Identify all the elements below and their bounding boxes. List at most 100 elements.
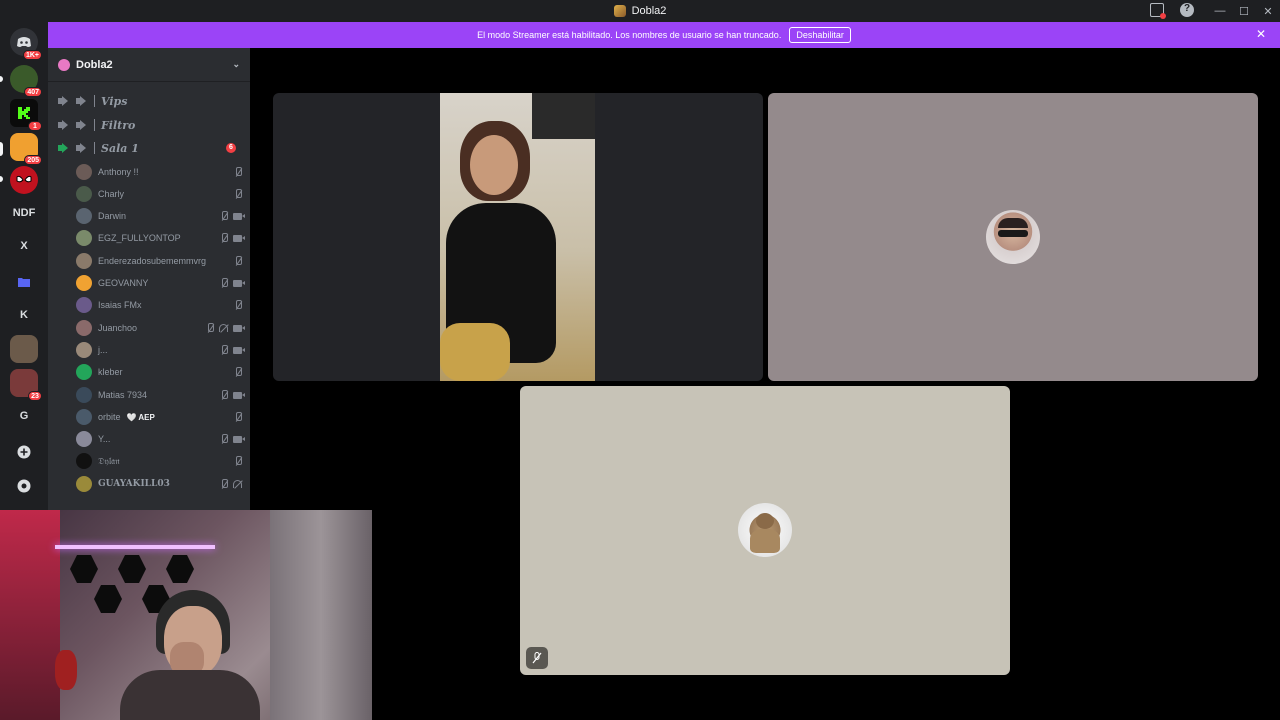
muted-icon [234, 167, 242, 177]
avatar [76, 164, 92, 180]
speaker-icon [58, 96, 70, 106]
deafened-icon [233, 480, 242, 488]
server-icon-6[interactable]: 23 [10, 369, 42, 401]
guild-icon [58, 58, 70, 71]
member-name: j... [98, 345, 108, 355]
server-icon-g[interactable]: G [10, 402, 38, 430]
video-tile-2[interactable] [768, 93, 1258, 381]
speaker-icon [58, 120, 70, 130]
server-icon-x[interactable]: X [10, 232, 38, 260]
channel-name: Sala 1 [101, 141, 139, 155]
minimize-button[interactable]: — [1208, 5, 1232, 17]
unread-pill [0, 176, 3, 182]
member-name: kleber [98, 367, 123, 377]
add-server-button[interactable] [10, 438, 38, 466]
voice-channel-filtro[interactable]: Filtro [58, 115, 135, 135]
server-icon-3[interactable]: 205 [10, 133, 42, 165]
avatar [76, 186, 92, 202]
notification-badge: 1 [28, 121, 42, 131]
voice-member[interactable]: Charly [76, 184, 242, 204]
discord-logo-icon [17, 37, 31, 47]
voice-member[interactable]: j... [76, 340, 245, 360]
muted-icon [234, 256, 242, 266]
disable-streamer-mode-button[interactable]: Deshabilitar [789, 27, 851, 43]
direct-messages-button[interactable]: 1K+ [10, 28, 42, 60]
camera-icon [233, 279, 245, 287]
voice-member[interactable]: EGZ_FULLYONTOP [76, 228, 245, 248]
muted-indicator [526, 647, 548, 669]
title-bar: Dobla2 ? — ☐ ✕ [0, 0, 1280, 22]
voice-member[interactable]: GEOVANNY [76, 273, 245, 293]
notification-badge: 23 [28, 391, 42, 401]
muted-icon [220, 233, 228, 243]
muted-icon [220, 345, 228, 355]
member-name: Anthony !! [98, 167, 139, 177]
muted-icon [206, 323, 214, 333]
speaker-icon [76, 143, 88, 153]
member-name: 𝔇𝔶𝔩𝔞𝔫 [98, 455, 120, 466]
discover-button[interactable] [10, 472, 38, 500]
voice-member[interactable]: Anthony !! [76, 162, 242, 182]
member-name: Charly [98, 189, 125, 199]
camera-icon [233, 435, 245, 443]
plus-icon [17, 445, 31, 459]
server-icon-5[interactable] [10, 335, 38, 363]
kick-logo-icon [18, 107, 30, 119]
avatar [76, 342, 92, 358]
avatar [76, 364, 92, 380]
avatar [76, 431, 92, 447]
voice-channel-sala-1[interactable]: Sala 1 6 [58, 138, 242, 158]
help-icon[interactable]: ? [1180, 3, 1194, 17]
voice-member[interactable]: GUAYAKILL03 [76, 474, 242, 494]
voice-member[interactable]: Y... [76, 429, 245, 449]
guild-header[interactable]: Dobla2 ⌄ [48, 48, 250, 82]
member-name: EGZ_FULLYONTOP [98, 233, 181, 243]
voice-member[interactable]: kleber [76, 362, 242, 382]
notification-badge: 407 [24, 87, 42, 97]
muted-icon [234, 300, 242, 310]
webcam-overlay [0, 510, 372, 720]
window-title: Dobla2 [631, 5, 667, 17]
member-name: Juanchoo [98, 323, 138, 333]
voice-member[interactable]: Juanchoo [76, 318, 245, 338]
voice-channel-vips[interactable]: Vips [58, 91, 127, 111]
avatar [76, 453, 92, 469]
banner-text: El modo Streamer está habilitado. Los no… [477, 30, 782, 40]
camera-icon [233, 391, 245, 399]
server-icon-ndf[interactable]: NDF [10, 199, 38, 227]
voice-member[interactable]: 𝔇𝔶𝔩𝔞𝔫 [76, 451, 242, 471]
maximize-button[interactable]: ☐ [1232, 5, 1256, 18]
voice-member[interactable]: Darwin [76, 206, 245, 226]
voice-member[interactable]: Matias 7934 [76, 385, 245, 405]
folder-icon[interactable] [10, 268, 38, 296]
camera-icon [233, 324, 245, 332]
compass-icon [17, 479, 31, 493]
chevron-down-icon: ⌄ [232, 59, 240, 69]
video-tile-1[interactable] [273, 93, 763, 381]
camera-icon [233, 212, 245, 220]
member-name: GUAYAKILL03 [98, 479, 170, 489]
server-icon-4[interactable] [10, 166, 38, 194]
video-tile-3[interactable] [520, 386, 1010, 675]
server-icon-1[interactable]: 407 [10, 65, 42, 97]
avatar [76, 476, 92, 492]
camera-icon [233, 234, 245, 242]
deafened-icon [219, 324, 228, 332]
voice-member[interactable]: Enderezadosubememmvrg [76, 251, 242, 271]
muted-icon [220, 211, 228, 221]
server-icon-k[interactable]: K [10, 301, 38, 329]
muted-icon [220, 434, 228, 444]
streamer-mode-banner: El modo Streamer está habilitado. Los no… [48, 22, 1280, 48]
close-window-button[interactable]: ✕ [1256, 5, 1280, 18]
voice-member[interactable]: Isaias FMx [76, 295, 242, 315]
inbox-icon[interactable] [1150, 3, 1166, 19]
voice-member[interactable]: orbite 🤍 AEP [76, 407, 242, 427]
avatar [76, 230, 92, 246]
server-icon-2[interactable]: 1 [10, 99, 42, 131]
unread-pill [0, 76, 3, 82]
member-name: orbite [98, 412, 121, 422]
muted-icon [220, 278, 228, 288]
notification-badge: 205 [24, 155, 42, 165]
close-icon[interactable]: ✕ [1256, 27, 1266, 41]
muted-icon [234, 189, 242, 199]
